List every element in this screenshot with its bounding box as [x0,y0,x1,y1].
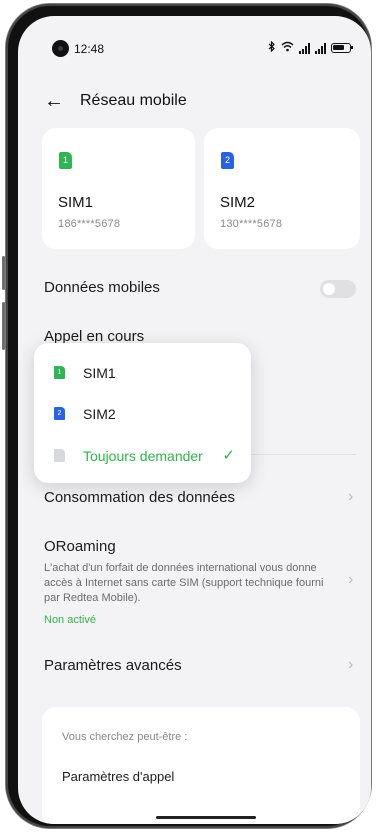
mobile-data-toggle[interactable] [320,280,356,298]
page-title: Réseau mobile [80,92,187,109]
oroaming-description: L'achat d'un forfait de données internat… [44,562,324,604]
sim1-name: SIM1 [58,194,94,211]
sim1-number: 186****5678 [58,218,121,230]
bluetooth-icon [268,40,276,55]
sim2-icon: 2 [54,407,65,420]
popup-item-label: Toujours demander [83,448,203,464]
suggestions-hint: Vous cherchez peut-être : [62,731,188,743]
popup-item-label: SIM1 [83,365,116,381]
sim2-icon: 2 [221,152,234,169]
status-time: 12:48 [74,42,105,56]
popup-item-label: SIM2 [83,406,116,422]
sim1-icon: 1 [59,152,72,169]
sim-card-icon [54,449,65,462]
popup-item-sim2[interactable]: 2 SIM2 [34,394,251,434]
volume-up-button [2,256,5,290]
data-usage-label[interactable]: Consommation des données [44,489,235,506]
back-arrow-icon[interactable]: ← [44,90,64,113]
app-header: ← Réseau mobile [18,80,371,120]
sim1-card[interactable]: 1 SIM1 186****5678 [42,128,195,249]
suggestions-card: Vous cherchez peut-être : Paramètres d'a… [42,707,360,824]
sim2-number: 130****5678 [220,218,283,230]
signal-icon [315,42,326,54]
signal-icon [299,42,310,54]
home-indicator[interactable] [156,816,256,819]
sim2-card[interactable]: 2 SIM2 130****5678 [204,128,360,249]
oroaming-title[interactable]: ORoaming [44,538,116,555]
mobile-data-label: Données mobiles [44,279,160,296]
status-bar: 12:48 [18,16,371,60]
sim1-icon: 1 [54,366,65,379]
phone-frame: 12:48 ← Réseau mobile 1 SIM1 186****5678… [2,4,371,828]
front-camera [52,40,69,57]
sim2-name: SIM2 [220,194,256,211]
screen: 12:48 ← Réseau mobile 1 SIM1 186****5678… [18,16,371,824]
chevron-right-icon: › [348,571,354,588]
chevron-right-icon: › [348,488,354,505]
call-settings-link[interactable]: Paramètres d'appel [62,769,174,784]
popup-item-sim1[interactable]: 1 SIM1 [34,353,251,393]
advanced-settings-label[interactable]: Paramètres avancés [44,657,182,674]
status-icons [268,40,353,55]
oroaming-status: Non activé [44,614,96,626]
popup-item-always-ask[interactable]: Toujours demander ✓ [34,436,251,476]
chevron-right-icon: › [348,656,354,673]
check-icon: ✓ [222,447,235,464]
call-sim-popup-menu: 1 SIM1 2 SIM2 Toujours demander ✓ [34,343,251,483]
volume-down-button [2,302,5,350]
battery-icon [331,43,353,53]
wifi-icon [281,41,294,55]
